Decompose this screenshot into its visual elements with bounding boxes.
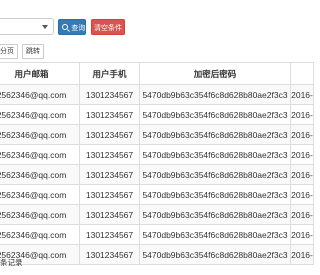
cell-password: 5470db9b63c354f6c8d628b80ae2f3c3: [139, 104, 291, 125]
cell-date: 2016-: [290, 184, 314, 205]
cell-phone: 1301234567: [79, 124, 140, 145]
table-row[interactable]: 2562346@qq.com 1301234567 5470db9b63c354f6…: [0, 104, 314, 125]
table-row[interactable]: 2562346@qq.com 1301234567 5470db9b63c354f6…: [0, 144, 314, 165]
chevron-down-icon: [42, 25, 48, 29]
cell-email: 2562346@qq.com: [0, 204, 80, 225]
cell-email: 2562346@qq.com: [0, 144, 80, 165]
cell-phone: 1301234567: [79, 184, 140, 205]
table-header-row: 用户邮箱 用户手机 加密后密码: [0, 62, 314, 85]
table-row[interactable]: 2562346@qq.com 1301234567 5470db9b63c354f6…: [0, 124, 314, 145]
cell-password: 5470db9b63c354f6c8d628b80ae2f3c3: [139, 184, 291, 205]
table-row[interactable]: 2562346@qq.com 1301234567 5470db9b63c354f6…: [0, 84, 314, 105]
records-text: 条记录: [0, 258, 23, 267]
table-row[interactable]: 2562346@qq.com 1301234567 5470db9b63c354f6…: [0, 224, 314, 245]
cell-phone: 1301234567: [79, 224, 140, 245]
table-row[interactable]: 2562346@qq.com 1301234567 5470db9b63c354f6…: [0, 204, 314, 225]
cell-password: 5470db9b63c354f6c8d628b80ae2f3c3: [139, 144, 291, 165]
records-footer: 条记录: [0, 257, 23, 268]
jump-button[interactable]: 跳转: [22, 44, 44, 59]
pagination-controls: 分页 跳转: [0, 44, 44, 59]
cell-password: 5470db9b63c354f6c8d628b80ae2f3c3: [139, 124, 291, 145]
cell-date: 2016-: [290, 164, 314, 185]
cell-date: 2016-: [290, 244, 314, 265]
filter-select[interactable]: [0, 18, 54, 35]
column-header-password: 加密后密码: [139, 62, 291, 85]
cell-date: 2016-: [290, 204, 314, 225]
table-row[interactable]: 2562346@qq.com 1301234567 5470db9b63c354f6…: [0, 184, 314, 205]
cell-date: 2016-: [290, 124, 314, 145]
jump-button-label: 跳转: [26, 47, 40, 55]
page-button[interactable]: 分页: [0, 44, 18, 59]
clear-conditions-label: 清空条件: [94, 24, 122, 32]
search-button-label: 查询: [71, 24, 86, 32]
cell-date: 2016-: [290, 144, 314, 165]
column-header-email: 用户邮箱: [0, 62, 80, 85]
cell-password: 5470db9b63c354f6c8d628b80ae2f3c3: [139, 164, 291, 185]
search-button[interactable]: 查询: [58, 19, 86, 35]
cell-email: 2562346@qq.com: [0, 124, 80, 145]
cell-phone: 1301234567: [79, 104, 140, 125]
user-table-container: 用户邮箱 用户手机 加密后密码 2562346@qq.com 1301234567…: [0, 62, 314, 265]
filter-toolbar: 查询 清空条件: [0, 18, 300, 36]
clear-conditions-button[interactable]: 清空条件: [91, 19, 125, 35]
cell-date: 2016-: [290, 104, 314, 125]
column-header-date: [290, 62, 314, 85]
cell-phone: 1301234567: [79, 244, 140, 265]
cell-date: 2016-: [290, 224, 314, 245]
page-button-label: 分页: [0, 47, 14, 55]
search-icon: [62, 24, 68, 30]
table-body: 2562346@qq.com 1301234567 5470db9b63c354f6…: [0, 84, 314, 265]
cell-phone: 1301234567: [79, 164, 140, 185]
cell-email: 2562346@qq.com: [0, 164, 80, 185]
table-row[interactable]: 2562346@qq.com 1301234567 5470db9b63c354f6…: [0, 244, 314, 265]
table-row[interactable]: 2562346@qq.com 1301234567 5470db9b63c354f6…: [0, 164, 314, 185]
cell-date: 2016-: [290, 84, 314, 105]
cell-password: 5470db9b63c354f6c8d628b80ae2f3c3: [139, 204, 291, 225]
cell-password: 5470db9b63c354f6c8d628b80ae2f3c3: [139, 244, 291, 265]
cell-email: 2562346@qq.com: [0, 84, 80, 105]
cell-email: 2562346@qq.com: [0, 104, 80, 125]
cell-phone: 1301234567: [79, 144, 140, 165]
cell-password: 5470db9b63c354f6c8d628b80ae2f3c3: [139, 84, 291, 105]
column-header-phone: 用户手机: [79, 62, 140, 85]
user-table: 用户邮箱 用户手机 加密后密码 2562346@qq.com 1301234567…: [0, 62, 314, 265]
cell-phone: 1301234567: [79, 84, 140, 105]
cell-password: 5470db9b63c354f6c8d628b80ae2f3c3: [139, 224, 291, 245]
cell-email: 2562346@qq.com: [0, 224, 80, 245]
cell-email: 2562346@qq.com: [0, 184, 80, 205]
cell-phone: 1301234567: [79, 204, 140, 225]
